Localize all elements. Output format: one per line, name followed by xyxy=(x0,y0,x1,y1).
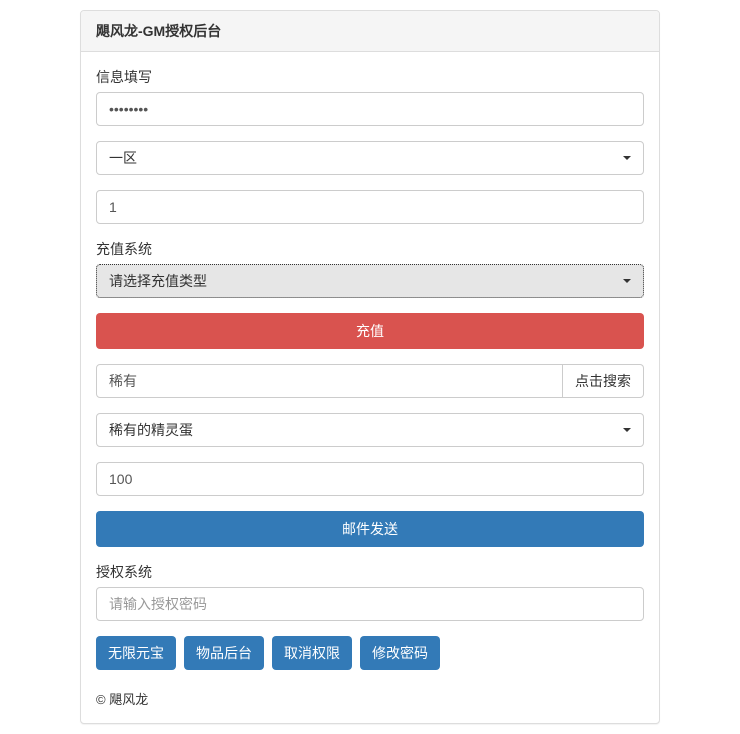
mail-send-group: 邮件发送 xyxy=(96,511,644,547)
panel-header: 飓风龙-GM授权后台 xyxy=(81,11,659,52)
info-password-group: 信息填写 xyxy=(96,67,644,126)
panel-body: 信息填写 一区 充值系统 请选择充值类型 xyxy=(81,52,659,723)
chevron-down-icon xyxy=(623,156,631,160)
recharge-submit-group: 充值 xyxy=(96,313,644,349)
unlimited-gold-button[interactable]: 无限元宝 xyxy=(96,636,176,670)
role-id-group xyxy=(96,190,644,224)
item-search-input[interactable] xyxy=(96,364,563,398)
item-select[interactable]: 稀有的精灵蛋 xyxy=(96,413,644,447)
item-search-btn-wrap: 点击搜索 xyxy=(563,364,644,398)
recharge-type-toggle[interactable]: 请选择充值类型 xyxy=(96,264,644,298)
item-select-value: 稀有的精灵蛋 xyxy=(109,420,193,440)
panel-title: 飓风龙-GM授权后台 xyxy=(96,21,644,41)
revoke-auth-button[interactable]: 取消权限 xyxy=(272,636,352,670)
auth-password-input[interactable] xyxy=(96,587,644,621)
zone-select-group: 一区 xyxy=(96,141,644,175)
item-quantity-input[interactable] xyxy=(96,462,644,496)
item-search-button[interactable]: 点击搜索 xyxy=(563,364,644,398)
auth-button-row: 无限元宝 物品后台 取消权限 修改密码 xyxy=(96,636,644,670)
change-password-button[interactable]: 修改密码 xyxy=(360,636,440,670)
recharge-button[interactable]: 充值 xyxy=(96,313,644,349)
gm-password-input[interactable] xyxy=(96,92,644,126)
chevron-down-icon xyxy=(623,279,631,283)
main-panel: 飓风龙-GM授权后台 信息填写 一区 充值系统 请选择充值类型 xyxy=(80,10,660,724)
zone-select-toggle[interactable]: 一区 xyxy=(96,141,644,175)
item-search-group: 点击搜索 xyxy=(96,364,644,398)
footer-copyright: © 飓风龙 xyxy=(96,685,644,708)
zone-select-value: 一区 xyxy=(109,148,137,168)
info-section-label: 信息填写 xyxy=(96,67,152,87)
zone-select[interactable]: 一区 xyxy=(96,141,644,175)
recharge-type-value: 请选择充值类型 xyxy=(109,271,207,291)
item-search-input-group: 点击搜索 xyxy=(96,364,644,398)
role-id-input[interactable] xyxy=(96,190,644,224)
recharge-type-group: 充值系统 请选择充值类型 xyxy=(96,239,644,298)
item-select-toggle[interactable]: 稀有的精灵蛋 xyxy=(96,413,644,447)
mail-send-button[interactable]: 邮件发送 xyxy=(96,511,644,547)
chevron-down-icon xyxy=(623,428,631,432)
item-backend-button[interactable]: 物品后台 xyxy=(184,636,264,670)
recharge-section-label: 充值系统 xyxy=(96,239,152,259)
item-quantity-group xyxy=(96,462,644,496)
recharge-type-select[interactable]: 请选择充值类型 xyxy=(96,264,644,298)
auth-section-label: 授权系统 xyxy=(96,562,152,582)
item-select-group: 稀有的精灵蛋 xyxy=(96,413,644,447)
auth-password-group: 授权系统 xyxy=(96,562,644,621)
